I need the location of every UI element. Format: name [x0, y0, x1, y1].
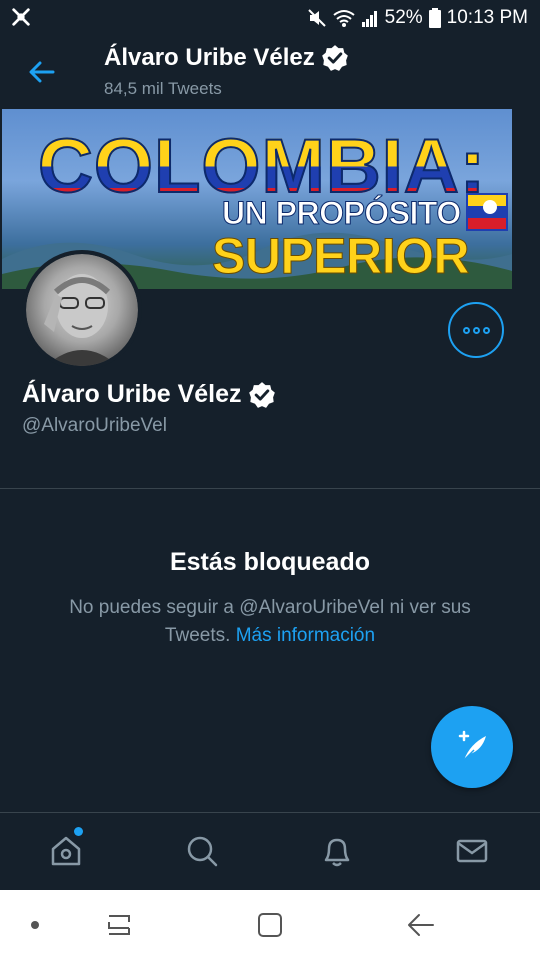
verified-badge-icon: [248, 381, 275, 408]
profile-display-name: Álvaro Uribe Vélez: [22, 380, 242, 408]
recent-apps-button[interactable]: [102, 910, 136, 940]
nav-messages[interactable]: [452, 831, 492, 871]
home-system-button[interactable]: [253, 910, 287, 940]
home-square-icon: [258, 913, 282, 937]
battery-icon: [428, 8, 441, 28]
bell-icon: [324, 838, 350, 867]
wifi-icon: [333, 10, 355, 27]
nav-home[interactable]: [46, 831, 86, 871]
more-dot-icon: [472, 326, 480, 334]
banner-logo: [466, 193, 508, 231]
battery-percent: 52%: [384, 7, 423, 28]
app-notification-icon: [12, 8, 30, 26]
back-arrow-icon: [29, 61, 55, 83]
more-dot-icon: [482, 326, 490, 334]
bottom-navigation: [0, 812, 540, 890]
recent-apps-icon: [108, 915, 130, 935]
mail-icon: [456, 839, 488, 863]
back-button[interactable]: [24, 56, 60, 88]
home-icon: [51, 836, 81, 866]
clock: 10:13 PM: [446, 7, 528, 28]
avatar[interactable]: [22, 250, 142, 370]
compose-tweet-button[interactable]: [431, 706, 513, 788]
system-navigation-bar: [0, 890, 540, 960]
profile-header: Álvaro Uribe Vélez 84,5 mil Tweets: [0, 36, 540, 108]
blocked-message: No puedes seguir a @AlvaroUribeVel ni ve…: [40, 594, 500, 650]
more-dot-icon: [462, 326, 470, 334]
status-right: 52% 10:13 PM: [307, 6, 528, 30]
blocked-title: Estás bloqueado: [169, 548, 371, 576]
divider: [0, 488, 540, 489]
compose-feather-icon: [458, 730, 486, 761]
dot-icon: [31, 921, 39, 929]
tweet-count: 84,5 mil Tweets: [104, 79, 222, 98]
header-name: Álvaro Uribe Vélez: [104, 44, 315, 71]
mute-icon: [307, 9, 326, 27]
nav-search[interactable]: [182, 831, 222, 871]
more-options-button[interactable]: [448, 302, 504, 358]
more-info-link[interactable]: Más información: [236, 625, 375, 646]
signal-icon: [361, 11, 377, 27]
search-icon: [187, 836, 218, 867]
banner-tagline: SUPERIOR: [211, 228, 470, 285]
status-bar: 52% 10:13 PM: [0, 0, 540, 36]
profile-handle: @AlvaroUribeVel: [22, 415, 167, 436]
system-dot-button[interactable]: [18, 910, 52, 940]
header-title: Álvaro Uribe Vélez: [104, 44, 349, 72]
avatar-photo: [26, 254, 138, 366]
profile-name: Álvaro Uribe Vélez: [22, 380, 276, 409]
system-back-button[interactable]: [404, 910, 438, 940]
nav-notifications[interactable]: [317, 831, 357, 871]
system-back-icon: [408, 914, 434, 936]
verified-badge-icon: [321, 45, 348, 71]
notification-dot: [74, 827, 83, 836]
